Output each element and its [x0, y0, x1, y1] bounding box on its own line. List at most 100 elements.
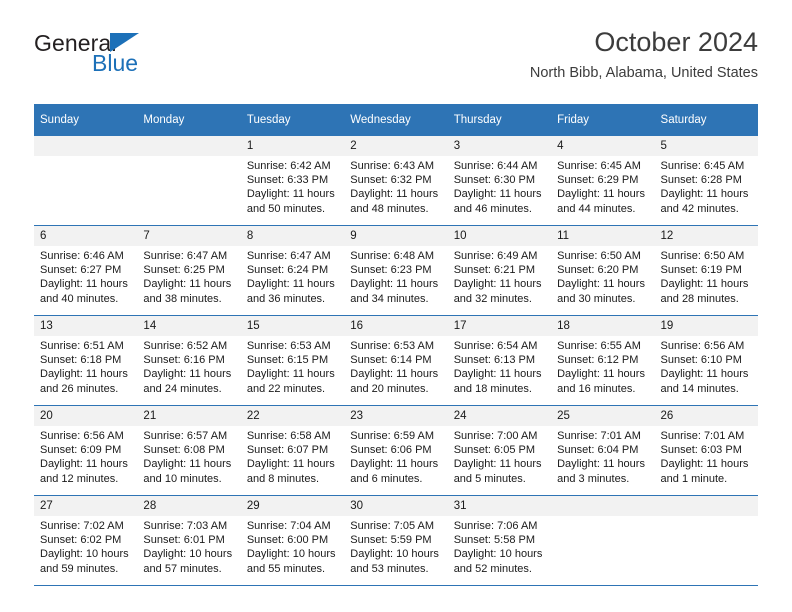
daylight-text: Daylight: 11 hours and 36 minutes.	[246, 278, 335, 305]
calendar-day-cell[interactable]: 11 Sunrise: 6:50 AM Sunset: 6:20 PM Dayligh…	[551, 225, 655, 316]
daylight-text: Daylight: 11 hours and 1 minute.	[660, 458, 749, 485]
calendar-day-cell[interactable]: 5 Sunrise: 6:45 AM Sunset: 6:28 PM Daylight…	[654, 136, 758, 226]
sunset-text: Sunset: 6:01 PM	[143, 534, 225, 547]
day-number: 28	[137, 496, 241, 516]
day-details: Sunrise: 7:00 AM Sunset: 6:05 PM Daylight:…	[448, 426, 551, 486]
calendar-day-cell[interactable]: 26 Sunrise: 7:01 AM Sunset: 6:03 PM Dayligh…	[654, 405, 758, 496]
calendar-day-cell[interactable]: 25 Sunrise: 7:01 AM Sunset: 6:04 PM Dayligh…	[551, 405, 655, 496]
day-details: Sunrise: 6:59 AM Sunset: 6:06 PM Daylight:…	[344, 426, 447, 486]
calendar-day-cell[interactable]: 6 Sunrise: 6:46 AM Sunset: 6:27 PM Daylight…	[34, 225, 138, 316]
daylight-text: Daylight: 11 hours and 18 minutes.	[453, 368, 542, 395]
sunrise-text: Sunrise: 6:54 AM	[453, 340, 538, 352]
day-details: Sunrise: 6:46 AM Sunset: 6:27 PM Daylight:…	[34, 246, 137, 306]
sunset-text: Sunset: 6:10 PM	[660, 354, 742, 367]
calendar-day-cell[interactable]: 29 Sunrise: 7:04 AM Sunset: 6:00 PM Dayligh…	[240, 495, 345, 586]
page-header: General Blue October 2024 North Bibb, Al…	[34, 0, 758, 104]
calendar-day-cell[interactable]: 21 Sunrise: 6:57 AM Sunset: 6:08 PM Dayligh…	[137, 405, 241, 496]
calendar-day-cell[interactable]: 7 Sunrise: 6:47 AM Sunset: 6:25 PM Daylight…	[137, 225, 241, 316]
day-details: Sunrise: 6:47 AM Sunset: 6:24 PM Daylight:…	[241, 246, 344, 306]
daylight-text: Daylight: 11 hours and 20 minutes.	[350, 368, 439, 395]
calendar-header-row: Sunday Monday Tuesday Wednesday Thursday…	[34, 104, 758, 136]
daylight-text: Daylight: 10 hours and 57 minutes.	[143, 548, 233, 575]
day-details: Sunrise: 7:06 AM Sunset: 5:58 PM Daylight:…	[448, 516, 551, 576]
sunset-text: Sunset: 6:15 PM	[246, 354, 329, 367]
calendar-day-cell[interactable]: 8 Sunrise: 6:47 AM Sunset: 6:24 PM Daylight…	[240, 225, 345, 316]
day-number: 22	[240, 406, 345, 426]
day-number: 11	[551, 226, 655, 246]
sunrise-text: Sunrise: 6:57 AM	[143, 430, 228, 442]
calendar-day-cell[interactable]: 27 Sunrise: 7:02 AM Sunset: 6:02 PM Dayligh…	[34, 495, 138, 586]
sunrise-text: Sunrise: 7:01 AM	[660, 430, 745, 442]
daylight-text: Daylight: 11 hours and 10 minutes.	[143, 458, 232, 485]
sunrise-text: Sunrise: 6:53 AM	[350, 340, 435, 352]
calendar-body: 1 Sunrise: 6:42 AM Sunset: 6:33 PM Daylight…	[34, 136, 758, 586]
sunrise-text: Sunrise: 6:49 AM	[453, 250, 538, 262]
calendar-day-cell[interactable]: 2 Sunrise: 6:43 AM Sunset: 6:32 PM Daylight…	[344, 136, 448, 226]
sunset-text: Sunset: 6:05 PM	[453, 444, 536, 457]
calendar-day-cell[interactable]: 31 Sunrise: 7:06 AM Sunset: 5:58 PM Dayligh…	[447, 495, 552, 586]
day-details: Sunrise: 7:02 AM Sunset: 6:02 PM Daylight:…	[34, 516, 137, 576]
calendar-day-cell[interactable]: 24 Sunrise: 7:00 AM Sunset: 6:05 PM Dayligh…	[447, 405, 552, 496]
sunrise-text: Sunrise: 6:51 AM	[40, 340, 124, 352]
sunset-text: Sunset: 6:32 PM	[350, 174, 432, 187]
daylight-text: Daylight: 11 hours and 14 minutes.	[660, 368, 749, 395]
daylight-text: Daylight: 11 hours and 12 minutes.	[40, 458, 128, 485]
sunset-text: Sunset: 6:16 PM	[143, 354, 225, 367]
calendar-day-cell[interactable]: 22 Sunrise: 6:58 AM Sunset: 6:07 PM Dayligh…	[240, 405, 345, 496]
day-number: 17	[447, 316, 552, 336]
calendar-day-cell[interactable]: 9 Sunrise: 6:48 AM Sunset: 6:23 PM Daylight…	[344, 225, 448, 316]
sunset-text: Sunset: 6:03 PM	[660, 444, 742, 457]
day-number: 26	[654, 406, 758, 426]
sunrise-text: Sunrise: 6:59 AM	[350, 430, 435, 442]
day-number: 10	[447, 226, 552, 246]
day-number	[551, 496, 655, 516]
calendar-day-cell[interactable]: 3 Sunrise: 6:44 AM Sunset: 6:30 PM Daylight…	[447, 136, 552, 226]
calendar-day-cell[interactable]: 17 Sunrise: 6:54 AM Sunset: 6:13 PM Dayligh…	[447, 315, 552, 406]
day-details: Sunrise: 6:45 AM Sunset: 6:28 PM Daylight:…	[655, 156, 758, 216]
day-number: 31	[447, 496, 552, 516]
day-number: 3	[447, 136, 552, 156]
calendar-day-cell[interactable]: 13 Sunrise: 6:51 AM Sunset: 6:18 PM Dayligh…	[34, 315, 138, 406]
sunset-text: Sunset: 6:24 PM	[246, 264, 329, 277]
daylight-text: Daylight: 11 hours and 48 minutes.	[350, 188, 439, 215]
sunrise-text: Sunrise: 6:47 AM	[246, 250, 331, 262]
sunset-text: Sunset: 6:28 PM	[660, 174, 742, 187]
calendar-day-cell-empty	[34, 136, 138, 226]
calendar-day-cell[interactable]: 15 Sunrise: 6:53 AM Sunset: 6:15 PM Dayligh…	[240, 315, 345, 406]
day-number: 23	[344, 406, 448, 426]
calendar-day-cell[interactable]: 30 Sunrise: 7:05 AM Sunset: 5:59 PM Dayligh…	[344, 495, 448, 586]
sunset-text: Sunset: 6:06 PM	[350, 444, 432, 457]
sunset-text: Sunset: 6:19 PM	[660, 264, 742, 277]
day-details: Sunrise: 6:43 AM Sunset: 6:32 PM Daylight:…	[344, 156, 447, 216]
calendar-day-cell[interactable]: 12 Sunrise: 6:50 AM Sunset: 6:19 PM Dayligh…	[654, 225, 758, 316]
daylight-text: Daylight: 10 hours and 52 minutes.	[453, 548, 543, 575]
calendar-day-cell[interactable]: 16 Sunrise: 6:53 AM Sunset: 6:14 PM Dayligh…	[344, 315, 448, 406]
daylight-text: Daylight: 11 hours and 38 minutes.	[143, 278, 232, 305]
day-details: Sunrise: 6:53 AM Sunset: 6:14 PM Daylight:…	[344, 336, 447, 396]
sunset-text: Sunset: 6:02 PM	[40, 534, 122, 547]
calendar-day-cell[interactable]: 28 Sunrise: 7:03 AM Sunset: 6:01 PM Dayligh…	[137, 495, 241, 586]
sunrise-text: Sunrise: 6:50 AM	[660, 250, 745, 262]
day-number: 6	[34, 226, 138, 246]
general-blue-logo: General Blue	[34, 30, 234, 86]
daylight-text: Daylight: 11 hours and 16 minutes.	[557, 368, 645, 395]
calendar-day-cell[interactable]: 20 Sunrise: 6:56 AM Sunset: 6:09 PM Dayligh…	[34, 405, 138, 496]
sunset-text: Sunset: 6:20 PM	[557, 264, 639, 277]
day-number: 27	[34, 496, 138, 516]
sunrise-text: Sunrise: 6:52 AM	[143, 340, 228, 352]
day-number: 8	[240, 226, 345, 246]
calendar-day-cell[interactable]: 4 Sunrise: 6:45 AM Sunset: 6:29 PM Daylight…	[551, 136, 655, 226]
calendar-day-cell[interactable]: 14 Sunrise: 6:52 AM Sunset: 6:16 PM Dayligh…	[137, 315, 241, 406]
calendar-day-cell[interactable]: 23 Sunrise: 6:59 AM Sunset: 6:06 PM Dayligh…	[344, 405, 448, 496]
logo-text-blue: Blue	[92, 50, 139, 76]
day-details: Sunrise: 6:42 AM Sunset: 6:33 PM Daylight:…	[241, 156, 344, 216]
daylight-text: Daylight: 11 hours and 30 minutes.	[557, 278, 645, 305]
day-details: Sunrise: 6:56 AM Sunset: 6:10 PM Daylight:…	[655, 336, 758, 396]
sunset-text: Sunset: 6:13 PM	[453, 354, 536, 367]
calendar-day-cell[interactable]: 1 Sunrise: 6:42 AM Sunset: 6:33 PM Daylight…	[240, 136, 345, 226]
sunrise-text: Sunrise: 7:06 AM	[453, 520, 538, 532]
calendar-day-cell[interactable]: 10 Sunrise: 6:49 AM Sunset: 6:21 PM Dayligh…	[447, 225, 552, 316]
calendar-day-cell[interactable]: 18 Sunrise: 6:55 AM Sunset: 6:12 PM Dayligh…	[551, 315, 655, 406]
calendar-day-cell[interactable]: 19 Sunrise: 6:56 AM Sunset: 6:10 PM Dayligh…	[654, 315, 758, 406]
calendar-week-row: 27 Sunrise: 7:02 AM Sunset: 6:02 PM Dayligh…	[34, 495, 758, 586]
